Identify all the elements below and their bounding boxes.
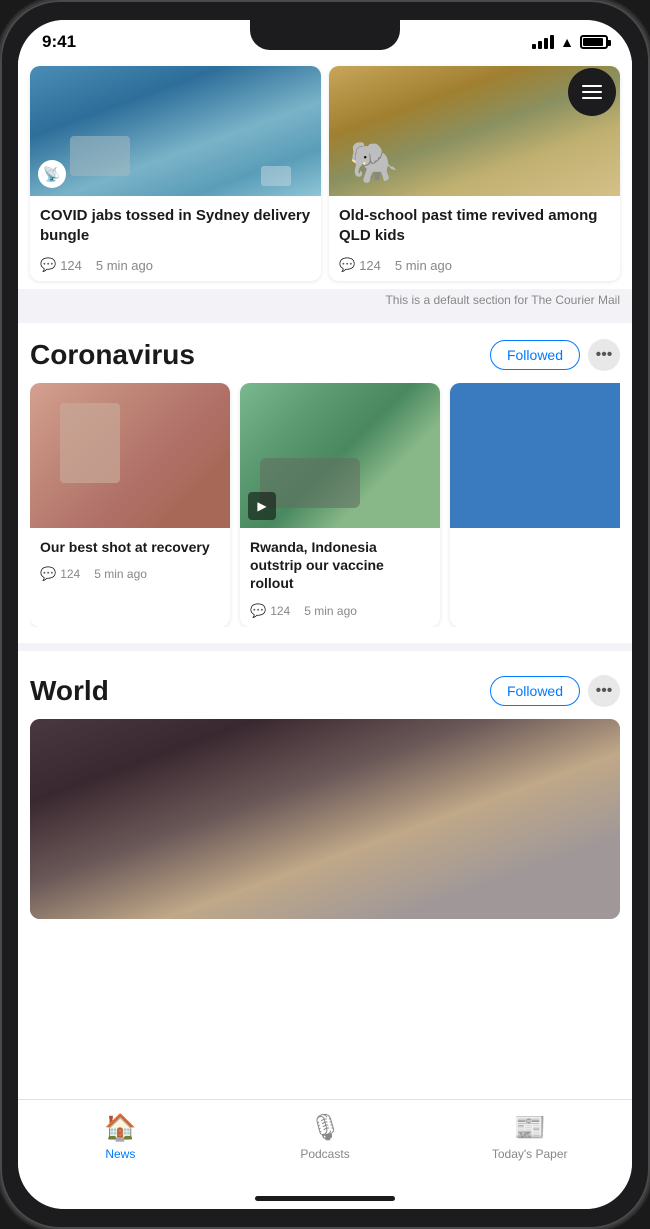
nav-label-todays-paper: Today's Paper: [492, 1147, 568, 1161]
card-2-title: Old-school past time revived among QLD k…: [339, 206, 610, 245]
comment-icon-2: 💬: [339, 257, 355, 273]
world-main-image[interactable]: [30, 719, 620, 919]
article-1-meta: 💬 124 5 min ago: [40, 566, 220, 582]
top-news-cards: 📡 COVID jabs tossed in Sydney delivery b…: [18, 58, 632, 289]
nav-item-news[interactable]: 🏠 News: [18, 1112, 223, 1161]
card-1-meta: 💬 124 5 min ago: [40, 257, 311, 273]
divider-2: [18, 643, 632, 651]
article-1-count: 124: [60, 567, 80, 581]
status-icons: ▲: [532, 34, 608, 50]
coronavirus-article-3[interactable]: [450, 383, 620, 627]
article-1-time: 5 min ago: [94, 567, 147, 581]
play-icon: ▶: [257, 499, 266, 513]
home-icon: 🏠: [104, 1112, 136, 1143]
default-section-note: This is a default section for The Courie…: [18, 289, 632, 315]
signal-bars-icon: [532, 35, 554, 49]
article-2-body: Rwanda, Indonesia outstrip our vaccine r…: [240, 528, 440, 627]
article-1-title: Our best shot at recovery: [40, 538, 220, 556]
article-2-time: 5 min ago: [304, 604, 357, 618]
coronavirus-followed-button[interactable]: Followed: [490, 340, 580, 370]
podcast-badge: 📡: [38, 160, 66, 188]
world-more-button[interactable]: •••: [588, 675, 620, 707]
aerial-image: [30, 66, 321, 196]
coronavirus-section-header: Coronavirus Followed •••: [30, 323, 620, 383]
nav-item-podcasts[interactable]: 🎙 Podcasts: [223, 1112, 428, 1161]
home-indicator: [255, 1196, 395, 1201]
phone-frame: 9:41 ▲: [0, 0, 650, 1229]
article-2-count: 124: [270, 604, 290, 618]
world-section: World Followed •••: [18, 659, 632, 919]
article-2-comments: 💬 124: [250, 603, 290, 619]
card-1-comment-count: 124: [60, 258, 82, 273]
card-1-title: COVID jabs tossed in Sydney delivery bun…: [40, 206, 311, 245]
nav-label-podcasts: Podcasts: [300, 1147, 349, 1161]
bottom-navigation: 🏠 News 🎙 Podcasts 📰 Today's Paper: [18, 1099, 632, 1209]
article-3-body: [450, 528, 620, 546]
coronavirus-section-title: Coronavirus: [30, 339, 195, 371]
coronavirus-section: Coronavirus Followed ••• Our best sh: [18, 323, 632, 643]
card-2-comments: 💬 124: [339, 257, 381, 273]
battery-icon: [580, 35, 608, 49]
coronavirus-more-button[interactable]: •••: [588, 339, 620, 371]
article-1-image: [30, 383, 230, 528]
card-1-time: 5 min ago: [96, 258, 153, 273]
menu-button[interactable]: [568, 68, 616, 116]
nav-label-news: News: [105, 1147, 135, 1161]
hamburger-icon: [582, 85, 602, 99]
comment-icon-a2: 💬: [250, 603, 266, 619]
world-section-header: World Followed •••: [30, 659, 620, 719]
world-section-title: World: [30, 675, 109, 707]
card-2-comment-count: 124: [359, 258, 381, 273]
card-2-time: 5 min ago: [395, 258, 452, 273]
coronavirus-section-actions: Followed •••: [490, 339, 620, 371]
vaccine-image: [30, 383, 230, 528]
comment-icon-a1: 💬: [40, 566, 56, 582]
divider-1: [18, 315, 632, 323]
coronavirus-article-2[interactable]: ▶ Rwanda, Indonesia outstrip our vaccine…: [240, 383, 440, 627]
top-card-1[interactable]: 📡 COVID jabs tossed in Sydney delivery b…: [30, 66, 321, 281]
podcast-icon: 📡: [43, 166, 60, 183]
comment-icon: 💬: [40, 257, 56, 273]
card-1-body: COVID jabs tossed in Sydney delivery bun…: [30, 196, 321, 281]
blue-card-image: [450, 383, 620, 528]
nav-item-todays-paper[interactable]: 📰 Today's Paper: [427, 1112, 632, 1161]
article-2-image: ▶: [240, 383, 440, 528]
notch: [250, 20, 400, 50]
coronavirus-articles: Our best shot at recovery 💬 124 5 min ag…: [30, 383, 620, 627]
world-followed-button[interactable]: Followed: [490, 676, 580, 706]
article-1-body: Our best shot at recovery 💬 124 5 min ag…: [30, 528, 230, 590]
paper-icon: 📰: [513, 1112, 545, 1143]
wifi-icon: ▲: [560, 34, 574, 50]
card-2-meta: 💬 124 5 min ago: [339, 257, 610, 273]
card-2-body: Old-school past time revived among QLD k…: [329, 196, 620, 281]
article-2-meta: 💬 124 5 min ago: [250, 603, 430, 619]
main-content: 📡 COVID jabs tossed in Sydney delivery b…: [18, 58, 632, 1137]
video-badge: ▶: [248, 492, 276, 520]
phone-screen: 9:41 ▲: [18, 20, 632, 1209]
coronavirus-article-1[interactable]: Our best shot at recovery 💬 124 5 min ag…: [30, 383, 230, 627]
status-time: 9:41: [42, 32, 76, 52]
article-1-comments: 💬 124: [40, 566, 80, 582]
article-2-title: Rwanda, Indonesia outstrip our vaccine r…: [250, 538, 430, 593]
article-3-image: [450, 383, 620, 528]
podcast-nav-icon: 🎙: [309, 1112, 342, 1143]
card-1-comments: 💬 124: [40, 257, 82, 273]
card-1-image: 📡: [30, 66, 321, 196]
world-section-actions: Followed •••: [490, 675, 620, 707]
